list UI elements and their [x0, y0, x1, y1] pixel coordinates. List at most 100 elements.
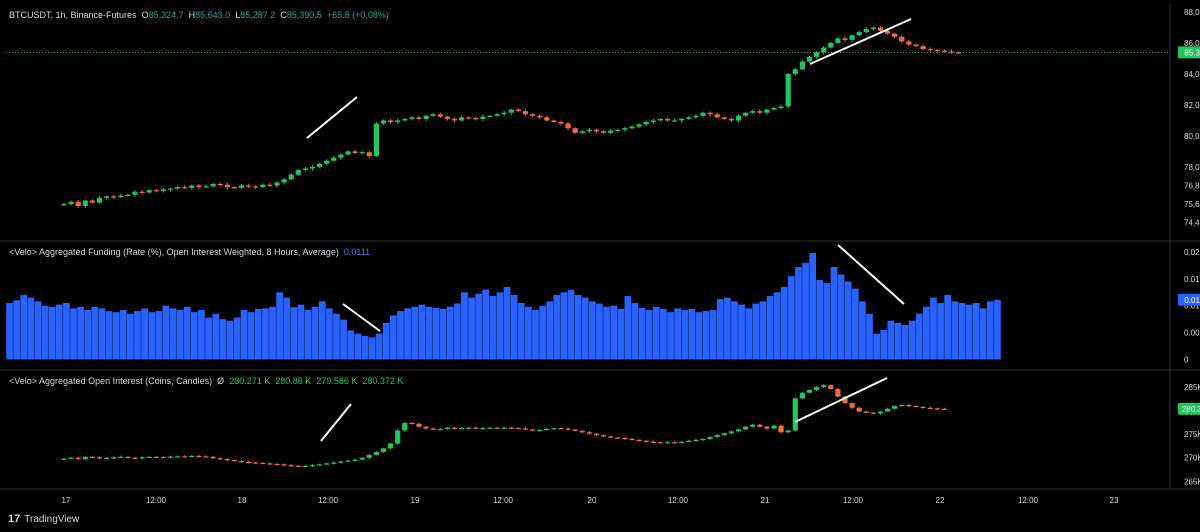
- price-candle: [331, 157, 337, 161]
- price-candle: [196, 185, 202, 188]
- funding-bar: [176, 309, 184, 360]
- oi-candle: [700, 438, 706, 441]
- price-candle: [309, 166, 316, 169]
- price-legend-o-label: O: [141, 10, 149, 20]
- oi-candle: [444, 427, 450, 429]
- price-candle: [714, 114, 720, 118]
- funding-bar: [311, 306, 319, 360]
- oi-candle: [373, 452, 379, 455]
- funding-bar: [908, 320, 916, 360]
- price-candle: [686, 117, 692, 119]
- price-candle: [764, 109, 770, 113]
- oi-candle: [735, 429, 742, 432]
- oi-candle: [821, 385, 827, 388]
- price-candle: [835, 38, 841, 43]
- oi-candle: [324, 463, 330, 465]
- oi-candle: [302, 465, 308, 467]
- funding-bar: [219, 319, 227, 360]
- funding-bar: [361, 335, 369, 360]
- funding-bar: [532, 309, 539, 360]
- price-candle: [238, 185, 245, 188]
- funding-bar: [802, 262, 809, 360]
- oi-legend-o-label: Ø: [217, 376, 225, 386]
- funding-bar: [297, 304, 305, 360]
- time-axis-tick: 12:00: [146, 496, 167, 505]
- oi-candle: [515, 428, 521, 430]
- funding-bar: [937, 303, 944, 360]
- funding-bar: [702, 311, 710, 360]
- funding-bar: [631, 303, 639, 360]
- price-candle: [579, 131, 585, 133]
- price-candle: [125, 194, 131, 197]
- oi-candle: [572, 429, 578, 431]
- price-candle: [338, 154, 344, 158]
- funding-legend-title: <Velo> Aggregated Funding (Rate (%), Ope…: [9, 247, 339, 257]
- oi-candle: [664, 442, 671, 444]
- price-candle: [771, 108, 777, 110]
- oi-candle: [863, 411, 869, 413]
- funding-bar: [930, 297, 937, 360]
- price-candle: [82, 200, 88, 206]
- price-candle: [515, 109, 521, 112]
- price-candle: [118, 195, 124, 198]
- funding-bar: [603, 306, 610, 360]
- price-candle: [842, 38, 848, 40]
- price-candle: [402, 118, 408, 121]
- price-candle: [828, 42, 834, 48]
- price-candle: [672, 120, 678, 122]
- funding-bar: [496, 292, 504, 360]
- oi-candle: [238, 461, 245, 463]
- funding-bar: [183, 306, 191, 360]
- price-axis-tick: 80,000.0: [1184, 132, 1200, 141]
- price-candle: [934, 49, 940, 52]
- price-candle: [388, 120, 394, 122]
- funding-bar: [13, 300, 21, 360]
- oi-candle: [636, 439, 642, 442]
- oi-candle: [82, 456, 88, 460]
- chart-canvas[interactable]: 88,000.086,000.084,000.082,000.080,000.0…: [0, 0, 1200, 532]
- price-candle: [572, 128, 578, 133]
- funding-bar: [347, 330, 355, 360]
- time-axis-tick: 17: [62, 496, 71, 505]
- oi-candle: [295, 465, 301, 467]
- tradingview-brand[interactable]: 17 TradingView: [8, 513, 79, 525]
- oi-candle: [246, 461, 252, 464]
- oi-candle: [679, 441, 685, 443]
- funding-bar: [432, 307, 440, 360]
- oi-candle: [231, 460, 237, 462]
- funding-bar: [510, 294, 518, 360]
- price-candle: [792, 69, 798, 74]
- oi-candle: [650, 441, 656, 443]
- price-candle: [664, 118, 671, 121]
- oi-candle: [579, 430, 585, 433]
- funding-bar: [48, 306, 56, 360]
- oi-candle: [338, 461, 344, 463]
- oi-candle: [89, 456, 95, 458]
- price-candle: [409, 117, 415, 119]
- price-candle: [274, 182, 280, 186]
- funding-bar: [326, 308, 333, 360]
- price-candle: [615, 129, 621, 131]
- oi-candle: [792, 398, 798, 431]
- oi-candle: [430, 428, 436, 430]
- funding-bar: [944, 294, 952, 360]
- time-axis-tick: 20: [588, 496, 597, 505]
- oi-candle: [941, 408, 947, 410]
- oi-candle: [451, 427, 458, 429]
- funding-bar: [254, 308, 262, 360]
- last-price-label: 85,390.5: [1184, 48, 1200, 57]
- oi-candle: [622, 437, 628, 440]
- funding-bar: [98, 308, 106, 360]
- tradingview-brand-name: TradingView: [24, 513, 80, 525]
- funding-bar: [837, 274, 845, 360]
- oi-candle: [764, 426, 770, 429]
- price-axis-tick: 75,600.0: [1184, 200, 1200, 209]
- funding-bar: [965, 304, 973, 360]
- oi-candle: [352, 459, 358, 461]
- oi-legend-close: 280.372 K: [362, 376, 404, 386]
- funding-bar: [539, 305, 546, 360]
- price-candle: [530, 114, 536, 116]
- price-candle: [487, 115, 493, 118]
- price-candle: [231, 187, 237, 189]
- funding-bar: [709, 309, 717, 360]
